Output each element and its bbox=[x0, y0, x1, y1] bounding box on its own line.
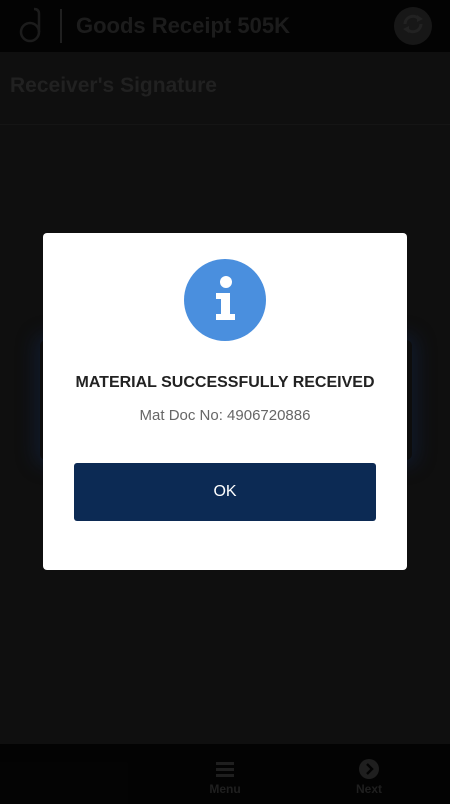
dialog-message: Mat Doc No: 4906720886 bbox=[139, 407, 311, 424]
app-screen: Goods Receipt 505K Receiver's Signature bbox=[0, 0, 450, 804]
dialog-title: MATERIAL SUCCESSFULLY RECEIVED bbox=[75, 374, 375, 391]
ok-button[interactable]: OK bbox=[74, 463, 376, 521]
success-dialog: MATERIAL SUCCESSFULLY RECEIVED Mat Doc N… bbox=[43, 233, 407, 570]
info-icon bbox=[184, 259, 266, 341]
